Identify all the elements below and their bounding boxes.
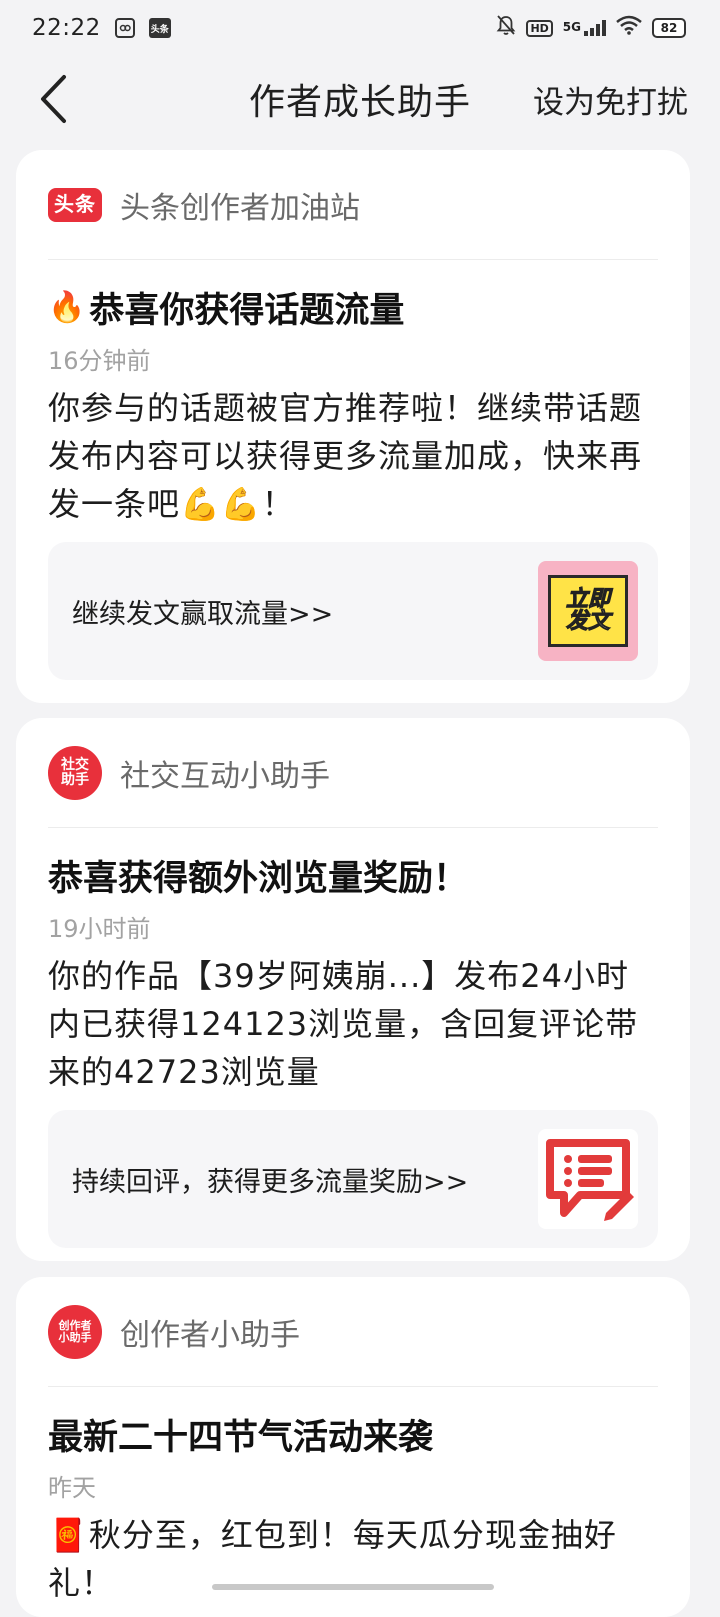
card-header: 头条 头条创作者加油站 (48, 150, 658, 260)
back-button[interactable] (28, 72, 78, 126)
message-card: 社交 助手 社交互动小助手 恭喜获得额外浏览量奖励！ 19小时前 你的作品【39… (16, 718, 690, 1261)
logo-text-line1: 创作者 (58, 1318, 92, 1332)
back-arrow-icon (41, 75, 66, 123)
do-not-disturb-button[interactable]: 设为免打扰 (533, 77, 688, 122)
message-title: 恭喜获得额外浏览量奖励！ (48, 859, 469, 899)
message-time: 昨天 (48, 1474, 96, 1502)
card-header: 社交 助手 社交互动小助手 (48, 718, 658, 828)
fire-icon: 🔥 (48, 290, 86, 325)
message-title: 🔥 恭喜你获得话题流量 (48, 282, 658, 333)
message-title: 最新二十四节气活动来袭 (48, 1418, 434, 1458)
sender-name: 创作者小助手 (120, 1317, 300, 1353)
nav-bar: 作者成长助手 设为免打扰 (0, 56, 720, 142)
continue-posting-link[interactable]: 继续发文赢取流量>> 立即 发文 (48, 542, 658, 680)
home-indicator[interactable] (212, 1584, 494, 1590)
mute-bell-icon (496, 14, 516, 42)
social-assistant-logo: 社交 助手 (48, 745, 102, 800)
keep-replying-link[interactable]: 持续回评，获得更多流量奖励>> (48, 1110, 658, 1248)
message-body: 你的作品【39岁阿姨崩...】发布24小时内已获得124123浏览量，含回复评论… (48, 957, 639, 1091)
toutiao-notification-icon: 头条 (148, 18, 171, 38)
network-label: 5G (562, 20, 581, 34)
creator-assistant-logo: 创作者 小助手 (48, 1304, 102, 1359)
message-card: 创作者 小助手 创作者小助手 最新二十四节气活动来袭 昨天 🧧秋分至，红包到！每… (16, 1277, 690, 1617)
logo-text-line2: 助手 (61, 771, 89, 788)
message-body: 🧧秋分至，红包到！每天瓜分现金抽好礼！ (48, 1516, 617, 1602)
sender-name: 头条创作者加油站 (120, 190, 360, 226)
publish-now-thumbnail: 立即 发文 (538, 561, 638, 661)
battery-indicator: 82 (652, 18, 686, 38)
wifi-icon (616, 15, 642, 41)
message-title-text: 恭喜你获得话题流量 (89, 291, 405, 331)
card-header: 创作者 小助手 创作者小助手 (48, 1277, 658, 1387)
thumb-text-line1: 立即 (565, 587, 610, 612)
logo-text-line1: 社交 (61, 756, 89, 773)
sender-name: 社交互动小助手 (120, 758, 330, 794)
toutiao-logo: 头条 (48, 187, 102, 222)
message-time: 16分钟前 (48, 347, 151, 375)
status-time: 22:22 (32, 15, 101, 41)
action-label: 持续回评，获得更多流量奖励>> (72, 1166, 469, 1198)
logo-text-line2: 小助手 (58, 1330, 92, 1344)
message-time: 19小时前 (48, 915, 151, 943)
comment-list-icon (538, 1129, 638, 1229)
message-card: 头条 头条创作者加油站 🔥 恭喜你获得话题流量 16分钟前 你参与的话题被官方推… (16, 150, 690, 703)
message-body: 你参与的话题被官方推荐啦！继续带话题发布内容可以获得更多流量加成，快来再发一条吧… (48, 389, 643, 523)
status-bar: 22:22 头条 HD 5G 82 (0, 0, 720, 56)
app-notification-icon (114, 18, 135, 38)
status-indicators: HD 5G 82 (496, 14, 686, 42)
hd-badge: HD (526, 19, 553, 37)
signal-icon: 5G (563, 20, 606, 36)
thumb-text-line2: 发文 (565, 609, 610, 634)
action-label: 继续发文赢取流量>> (72, 598, 334, 630)
